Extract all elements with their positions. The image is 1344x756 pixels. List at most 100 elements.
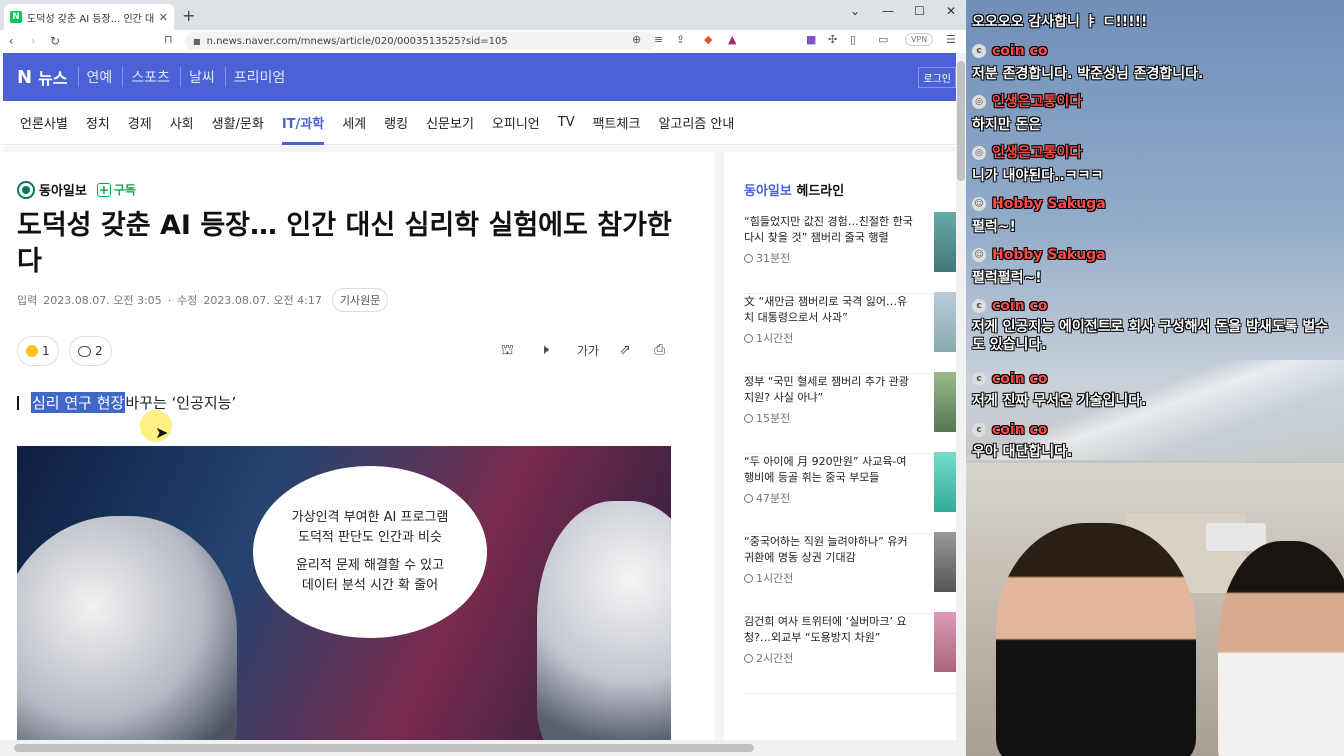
- browser-tab[interactable]: N 도덕성 갖춘 AI 등장... 인간 대신 ✕: [4, 4, 174, 30]
- headline-item[interactable]: “힘들었지만 값진 경험…친절한 한국 다시 찾을 것” 잼버리 줄국 행렬 3…: [744, 212, 956, 294]
- horizontal-scroll-thumb[interactable]: [14, 744, 754, 752]
- tab-search-icon[interactable]: ⌄: [850, 4, 860, 18]
- forward-icon[interactable]: ›: [22, 34, 44, 48]
- summary-bot-icon[interactable]: ⛫: [501, 342, 514, 360]
- menu-item-life[interactable]: 생활/문화: [212, 101, 264, 145]
- tts-speaker-icon[interactable]: 🕨: [540, 342, 549, 358]
- zoom-icon[interactable]: ⊕: [632, 33, 641, 46]
- print-icon[interactable]: ⎙: [654, 342, 665, 358]
- sidebar-brand[interactable]: 동아일보: [744, 184, 792, 199]
- menu-item-tv[interactable]: TV: [558, 101, 575, 145]
- headline-thumbnail[interactable]: [934, 612, 956, 672]
- menu-item-ranking[interactable]: 랭킹: [384, 101, 408, 145]
- chat-message: 오오오오 감사합니 ㅑ ㄷ!!!!!: [972, 14, 1148, 30]
- headline-time: 31분전: [744, 250, 790, 266]
- comment-icon: [78, 345, 91, 357]
- subhead-rest: 바꾸는 ‘인공지능’: [125, 394, 237, 412]
- chat-username: c coin co: [972, 370, 1047, 388]
- headline-thumbnail[interactable]: [934, 372, 956, 432]
- reaction-count: 1: [42, 344, 50, 358]
- share-article-icon[interactable]: ⇗: [619, 342, 631, 358]
- separator: ·: [167, 293, 172, 307]
- menu-icon[interactable]: ☰: [946, 33, 956, 46]
- headline-item[interactable]: 文 “새만금 잼버리로 국격 잃어…유치 대통령으로서 사과” 1시간전: [744, 292, 956, 374]
- maximize-icon[interactable]: ☐: [914, 4, 925, 18]
- menu-item-algorithm[interactable]: 알고리즘 안내: [658, 101, 734, 145]
- vpn-button[interactable]: VPN: [905, 33, 934, 46]
- header-link-premium[interactable]: 프리미엄: [224, 67, 285, 87]
- menu-item-it-science[interactable]: IT/과학: [281, 101, 325, 145]
- headline-time: 1시간전: [744, 330, 793, 346]
- menu-item-society[interactable]: 사회: [170, 101, 194, 145]
- extensions-icon[interactable]: ✣: [828, 33, 837, 46]
- header-link-entertainment[interactable]: 연예: [77, 67, 112, 87]
- headline-thumbnail[interactable]: [934, 292, 956, 352]
- close-window-icon[interactable]: ✕: [946, 4, 956, 18]
- font-size-icon[interactable]: 가가: [577, 342, 599, 359]
- header-link-sports[interactable]: 스포츠: [122, 67, 170, 87]
- menu-item-economy[interactable]: 경제: [128, 101, 152, 145]
- headline-time: 15분전: [744, 410, 790, 426]
- horizontal-scrollbar[interactable]: [0, 740, 966, 756]
- naver-logo[interactable]: N: [17, 67, 32, 88]
- headline-text[interactable]: 김건희 여사 트위터에 ‘실버마크’ 요청?…외교부 “도용방지 차원”: [744, 614, 916, 646]
- menu-item-newspaper[interactable]: 신문보기: [426, 101, 474, 145]
- login-button[interactable]: 로그인: [918, 67, 956, 88]
- reader-icon[interactable]: ≡: [654, 33, 663, 46]
- headline-thumbnail[interactable]: [934, 212, 956, 272]
- avatar-icon: ◎: [972, 95, 986, 109]
- bookmark-icon[interactable]: ⊓: [164, 33, 173, 46]
- subscribe-button[interactable]: + 구독: [96, 181, 136, 198]
- browser-window: N 도덕성 갖춘 AI 등장... 인간 대신 ✕ + ⌄ — ☐ ✕ ‹ › …: [0, 0, 966, 756]
- brave-shield-icon[interactable]: ◆: [704, 33, 712, 46]
- wallet-icon[interactable]: ▭: [878, 33, 888, 46]
- headline-text[interactable]: “중국어하는 직원 늘려야하나” 유커 귀환에 명동 상권 기대감: [744, 534, 916, 566]
- clock-icon: [744, 253, 753, 263]
- address-bar[interactable]: ■ n.news.naver.com/mnews/article/020/000…: [185, 32, 655, 50]
- article: 동아일보 + 구독 도덕성 갖춘 AI 등장… 인간 대신 심리학 실험에도 참…: [3, 152, 715, 740]
- chat-username: ◎ 인생은고통이다: [972, 144, 1082, 162]
- reaction-button[interactable]: 1: [17, 336, 59, 366]
- back-icon[interactable]: ‹: [0, 34, 22, 48]
- headline-thumbnail[interactable]: [934, 452, 956, 512]
- original-article-button[interactable]: 기사원문: [331, 288, 389, 312]
- headline-text[interactable]: 정부 “국민 혈세로 잼버리 추가 관광 지원? 사실 아냐”: [744, 374, 916, 406]
- press-headline-sidebar: 동아일보 헤드라인 “힘들었지만 값진 경험…친절한 한국 다시 찾을 것” 잼…: [724, 152, 956, 740]
- new-tab-icon[interactable]: +: [182, 6, 195, 25]
- minimize-icon[interactable]: —: [882, 4, 894, 18]
- headline-item[interactable]: “두 아이에 月 920만원” 사교육-여행비에 등골 휘는 중국 부모들 47…: [744, 452, 956, 534]
- headline-item[interactable]: 정부 “국민 혈세로 잼버리 추가 관광 지원? 사실 아냐” 15분전: [744, 372, 956, 454]
- comment-button[interactable]: 2: [69, 336, 112, 366]
- headline-text[interactable]: “힘들었지만 값진 경험…친절한 한국 다시 찾을 것” 잼버리 줄국 행렬: [744, 214, 916, 246]
- rewards-icon[interactable]: ▲: [728, 33, 736, 46]
- selected-text[interactable]: 심리 연구 현장: [31, 392, 126, 413]
- headline-text[interactable]: “두 아이에 月 920만원” 사교육-여행비에 등골 휘는 중국 부모들: [744, 454, 916, 486]
- close-tab-icon[interactable]: ✕: [159, 11, 168, 24]
- headline-item[interactable]: 김건희 여사 트위터에 ‘실버마크’ 요청?…외교부 “도용방지 차원” 2시간…: [744, 612, 956, 694]
- reload-icon[interactable]: ↻: [44, 34, 66, 48]
- menu-item-politics[interactable]: 정치: [86, 101, 110, 145]
- headline-thumbnail[interactable]: [934, 532, 956, 592]
- press-name[interactable]: 동아일보: [39, 180, 87, 199]
- sidebar-icon[interactable]: ▯: [850, 33, 856, 46]
- vertical-scroll-thumb[interactable]: [957, 61, 965, 181]
- menu-item-factcheck[interactable]: 팩트체크: [593, 101, 641, 145]
- avatar-icon: ☺: [972, 248, 986, 262]
- vertical-scrollbar[interactable]: [956, 53, 966, 740]
- share-icon[interactable]: ⇪: [676, 33, 685, 46]
- menu-item-press[interactable]: 언론사별: [20, 101, 68, 145]
- menu-item-opinion[interactable]: 오피니언: [492, 101, 540, 145]
- header-link-weather[interactable]: 날씨: [179, 67, 215, 87]
- webcam-feed: [966, 463, 1344, 756]
- extension-m-icon[interactable]: ■: [806, 33, 816, 46]
- clock-icon: [744, 573, 753, 583]
- headline-text[interactable]: 文 “새만금 잼버리로 국격 잃어…유치 대통령으로서 사과”: [744, 294, 916, 326]
- news-home-link[interactable]: 뉴스: [38, 65, 67, 89]
- avatar-icon: ◎: [972, 146, 986, 160]
- headline-time: 47분전: [744, 490, 790, 506]
- streamer-left: [996, 523, 1196, 756]
- speech-bubble: 가상인격 부여한 AI 프로그램 도덕적 판단도 인간과 비슷 윤리적 문제 해…: [253, 466, 487, 638]
- headline-item[interactable]: “중국어하는 직원 늘려야하나” 유커 귀환에 명동 상권 기대감 1시간전: [744, 532, 956, 614]
- menu-item-world[interactable]: 세계: [342, 101, 366, 145]
- article-subheading: 심리 연구 현장 바꾸는 ‘인공지능’: [17, 392, 236, 413]
